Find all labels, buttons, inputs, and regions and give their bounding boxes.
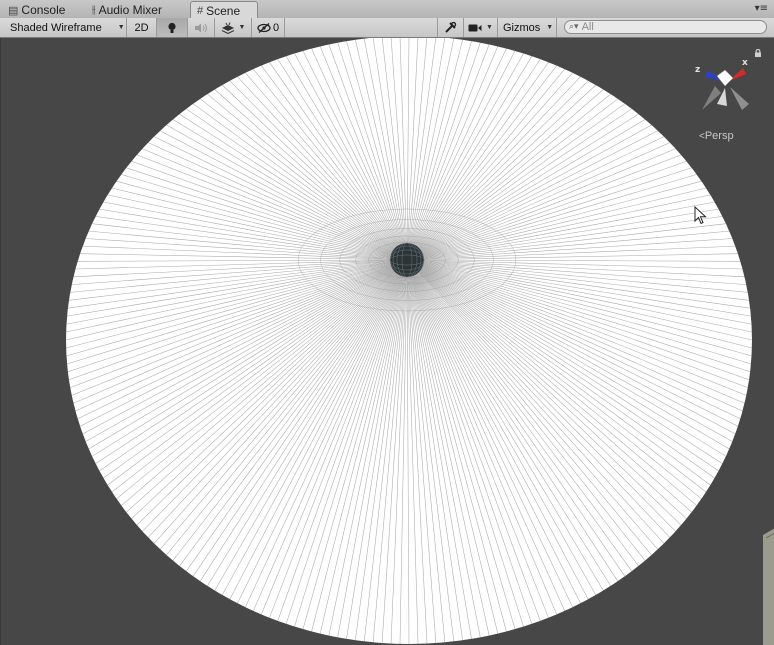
- scene-search-box[interactable]: ⌕▾: [564, 20, 767, 34]
- chevron-down-icon: ▼: [546, 24, 554, 31]
- scene-search-input[interactable]: [578, 21, 752, 33]
- tab-scene-label: Scene: [206, 3, 241, 18]
- chevron-down-icon: ▼: [238, 24, 246, 31]
- scene-tools-button[interactable]: [437, 18, 464, 37]
- tab-console[interactable]: ▤ Console: [2, 2, 71, 18]
- scene-toolbar: Shaded Wireframe ▼ 2D ▼ 0 ▼ Gizmos ▼ ⌕▾: [0, 18, 774, 38]
- shading-mode-label: Shaded Wireframe: [10, 21, 102, 34]
- tab-scene[interactable]: # Scene: [190, 1, 258, 19]
- hidden-eye-icon: [257, 22, 271, 33]
- chevron-down-icon: ▼: [486, 24, 493, 31]
- editor-tab-bar: ▤ Console ⫲ Audio Mixer # Scene ▾≡: [0, 0, 774, 19]
- tab-console-label: Console: [21, 3, 66, 17]
- gizmos-label: Gizmos: [503, 21, 541, 34]
- console-icon: ▤: [8, 4, 19, 17]
- search-icon: ⌕▾: [569, 22, 579, 32]
- scene-orientation-gizmo[interactable]: z x: [695, 58, 749, 110]
- scene-viewport[interactable]: z x <Persp: [0, 38, 774, 645]
- tab-audio-mixer-label: Audio Mixer: [98, 3, 162, 17]
- projection-label: Persp: [704, 130, 734, 142]
- window-menu-icon[interactable]: ▾≡: [755, 3, 768, 14]
- hidden-objects-count: 0: [272, 21, 280, 34]
- lightbulb-icon: [168, 22, 176, 33]
- axis-z-label: z: [695, 65, 700, 75]
- audio-mixer-icon: ⫲: [92, 3, 96, 16]
- scene-effects-dropdown[interactable]: ▼: [215, 18, 252, 37]
- axis-x-label: x: [742, 58, 748, 68]
- speaker-icon: [195, 23, 207, 32]
- camera-settings-dropdown[interactable]: ▼: [464, 18, 498, 37]
- scene-lighting-toggle[interactable]: [157, 18, 188, 37]
- viewport-edge-object: [763, 528, 774, 645]
- lock-icon[interactable]: [754, 49, 762, 57]
- sphere-object[interactable]: [389, 242, 425, 278]
- scene-audio-toggle[interactable]: [188, 18, 215, 37]
- scene-canvas[interactable]: z x: [1, 38, 774, 645]
- toggle-2d-button[interactable]: 2D: [127, 18, 157, 37]
- shading-mode-dropdown[interactable]: Shaded Wireframe ▼: [0, 18, 127, 37]
- scene-grid-icon: #: [197, 4, 204, 17]
- gizmos-dropdown[interactable]: Gizmos ▼: [498, 18, 557, 37]
- effects-layers-icon: [221, 21, 234, 34]
- hidden-objects-toggle[interactable]: 0: [252, 18, 285, 37]
- projection-toggle[interactable]: <Persp: [699, 130, 734, 142]
- camera-icon: [468, 24, 482, 31]
- mouse-cursor-icon: [694, 206, 707, 225]
- tab-audio-mixer[interactable]: ⫲ Audio Mixer: [86, 2, 168, 18]
- wireframe-disc: [65, 38, 753, 645]
- toggle-2d-label: 2D: [134, 21, 149, 34]
- tools-wrench-icon: [445, 21, 457, 33]
- chevron-down-icon: ▼: [117, 24, 125, 31]
